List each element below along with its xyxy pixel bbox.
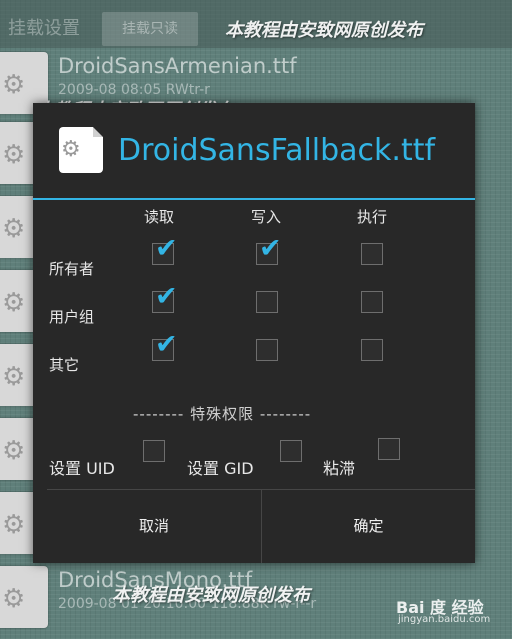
gear-icon: ⚙ [2, 70, 26, 100]
column-header-read: 读取 [143, 208, 174, 226]
row-label-owner: 所有者 [49, 260, 95, 278]
setuid-label: 设置 UID [49, 459, 115, 478]
checkbox-sticky[interactable]: ✔ [378, 438, 400, 460]
mount-settings-label: 挂载设置 [8, 18, 80, 39]
gear-icon: ⚙ [2, 214, 26, 244]
title-divider [33, 198, 475, 200]
checkbox-group-write[interactable]: ✔ [256, 291, 278, 313]
column-header-execute: 执行 [356, 208, 387, 226]
checkbox-others-execute[interactable]: ✔ [361, 339, 383, 361]
baidu-url: jingyan.baidu.com [398, 614, 491, 625]
check-icon: ✔ [155, 329, 178, 360]
check-icon: ✔ [155, 233, 178, 264]
gear-icon: ⚙ [2, 140, 26, 170]
gear-icon: ⚙ [2, 362, 26, 392]
special-permissions-header: -------- 特殊权限 -------- [133, 405, 312, 423]
file-name: DroidSansArmenian.ttf [58, 54, 297, 78]
mount-readonly-button[interactable]: 挂载只读 [102, 12, 198, 46]
watermark-text: 本教程由安致网原创发布 [225, 20, 423, 41]
permissions-dialog: ⚙ DroidSansFallback.ttf 读取 写入 执行 所有者 用户组… [33, 103, 475, 563]
file-gear-icon: ⚙ [59, 127, 103, 173]
setgid-label: 设置 GID [187, 459, 254, 478]
checkbox-owner-write[interactable]: ✔ [256, 235, 282, 265]
checkbox-others-read[interactable]: ✔ [152, 331, 178, 361]
ok-button[interactable]: 确定 [262, 490, 475, 563]
gear-icon: ⚙ [2, 584, 26, 614]
column-header-write: 写入 [250, 208, 281, 226]
checkbox-others-write[interactable]: ✔ [256, 339, 278, 361]
check-icon: ✔ [155, 281, 178, 312]
gear-icon: ⚙ [2, 510, 26, 540]
checkbox-group-execute[interactable]: ✔ [361, 291, 383, 313]
check-icon: ✔ [259, 233, 282, 264]
checkbox-setgid[interactable]: ✔ [280, 440, 302, 462]
gear-icon: ⚙ [2, 436, 26, 466]
cancel-button[interactable]: 取消 [47, 490, 261, 563]
row-label-group: 用户组 [49, 308, 95, 326]
checkbox-owner-execute[interactable]: ✔ [361, 243, 383, 265]
file-icon: ⚙ [0, 566, 48, 628]
checkbox-setuid[interactable]: ✔ [143, 440, 165, 462]
gear-icon: ⚙ [61, 137, 81, 162]
checkbox-owner-read[interactable]: ✔ [152, 235, 178, 265]
sticky-label: 粘滞 [323, 459, 356, 478]
gear-icon: ⚙ [2, 288, 26, 318]
watermark-text: 本教程由安致网原创发布 [112, 585, 310, 606]
dialog-title: DroidSansFallback.ttf [118, 133, 436, 168]
row-label-others: 其它 [49, 356, 80, 374]
checkbox-group-read[interactable]: ✔ [152, 283, 178, 313]
